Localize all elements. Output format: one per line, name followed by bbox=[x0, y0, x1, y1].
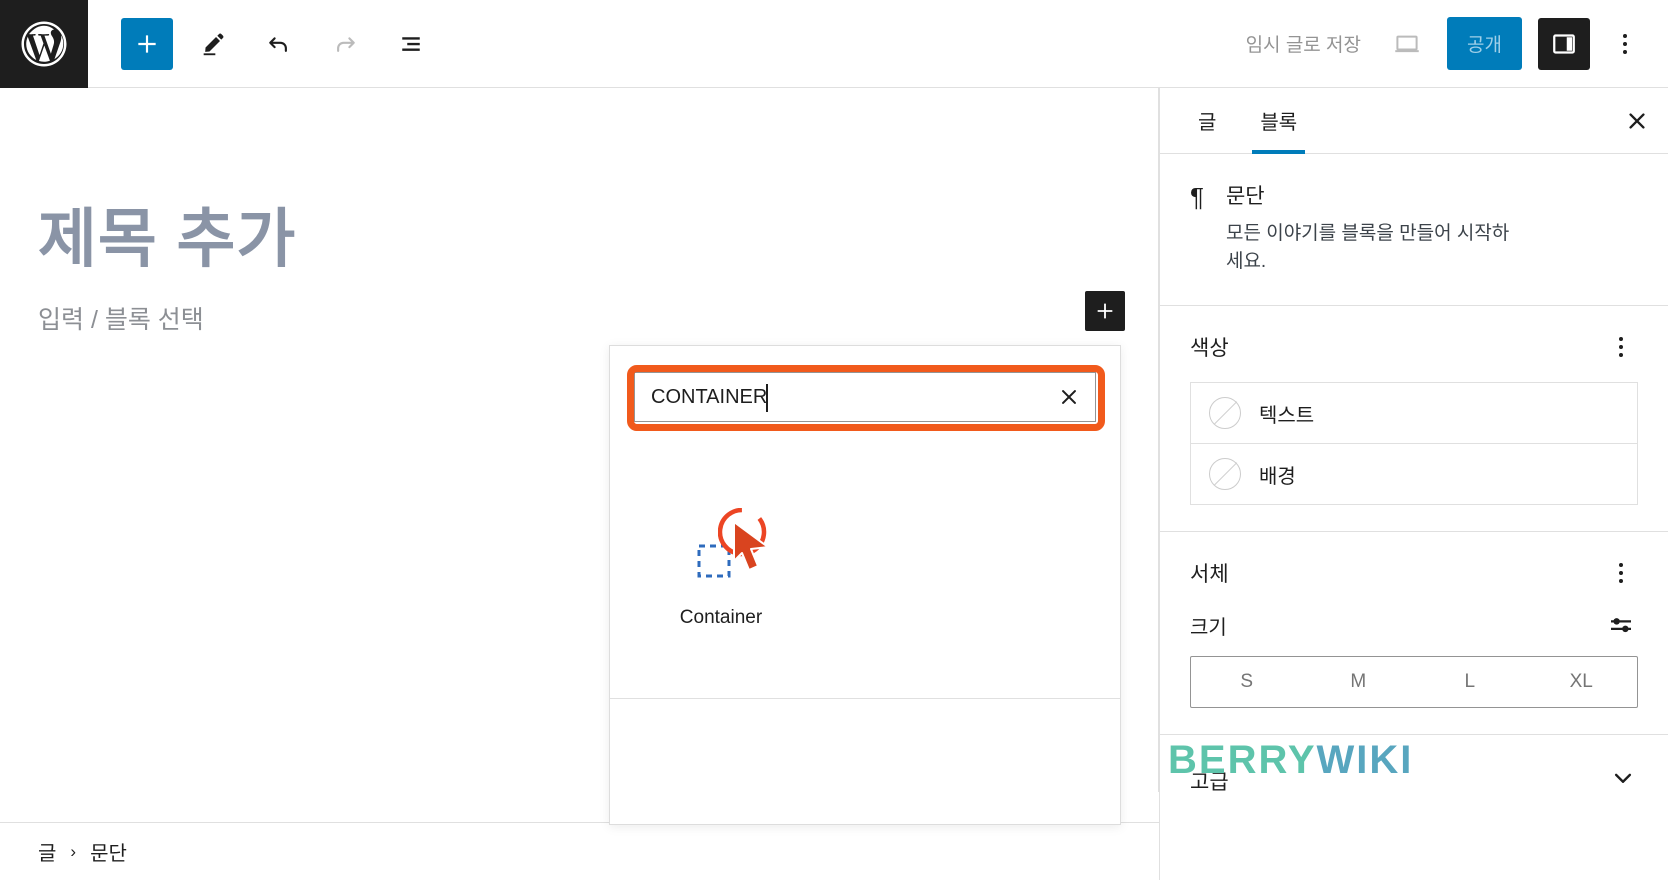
undo-button[interactable] bbox=[253, 18, 305, 70]
plus-icon bbox=[138, 34, 156, 53]
inline-block-inserter-button[interactable] bbox=[1085, 291, 1125, 331]
advanced-settings-panel[interactable]: 고급 bbox=[1160, 735, 1668, 826]
block-search-field[interactable] bbox=[634, 372, 1096, 422]
font-size-xl[interactable]: XL bbox=[1526, 657, 1638, 707]
desktop-preview-icon bbox=[1395, 35, 1419, 52]
no-color-swatch-icon bbox=[1209, 458, 1241, 491]
redo-arrow-icon bbox=[337, 36, 355, 52]
toolbar-left-tools bbox=[88, 17, 437, 70]
breadcrumb-separator: › bbox=[70, 841, 77, 861]
color-row-label: 텍스트 bbox=[1259, 404, 1315, 427]
typography-panel-options-button[interactable] bbox=[1604, 556, 1638, 590]
font-size-button-group: S M L XL bbox=[1190, 656, 1638, 709]
typography-panel-title: 서체 bbox=[1190, 563, 1229, 587]
post-title-input[interactable]: 제목 추가 bbox=[38, 188, 296, 280]
preview-button[interactable] bbox=[1381, 18, 1433, 70]
tab-block[interactable]: 블록 bbox=[1238, 88, 1319, 154]
block-search-results: Container bbox=[610, 422, 1120, 699]
color-panel-header: 색상 bbox=[1190, 330, 1638, 364]
color-settings-panel: 색상 텍스트 배경 bbox=[1160, 306, 1668, 533]
redo-button[interactable] bbox=[319, 18, 371, 70]
font-size-m[interactable]: M bbox=[1303, 657, 1415, 707]
vertical-dots-icon bbox=[1619, 337, 1623, 358]
settings-tab-bar: 글 블록 bbox=[1160, 88, 1668, 154]
no-color-swatch-icon bbox=[1209, 397, 1241, 430]
font-size-row: 크기 bbox=[1190, 608, 1638, 642]
block-inserter-popover: Container bbox=[609, 345, 1121, 825]
edit-tool-button[interactable] bbox=[187, 18, 239, 70]
add-block-button[interactable] bbox=[121, 17, 173, 70]
breadcrumb: 글 › 문단 bbox=[0, 822, 1159, 880]
block-result-container[interactable]: Container bbox=[673, 543, 769, 629]
tab-post[interactable]: 글 bbox=[1176, 88, 1238, 153]
vertical-dots-icon bbox=[1619, 563, 1623, 584]
advanced-panel-title: 고급 bbox=[1190, 770, 1229, 794]
block-search-wrapper bbox=[610, 346, 1120, 431]
chevron-down-icon bbox=[1608, 763, 1638, 798]
typography-panel-header: 서체 bbox=[1190, 556, 1638, 590]
block-settings-sidebar: 글 블록 ¶ 문단 모든 이야기를 블록을 만들어 시작하세요. 색상 텍스트 … bbox=[1159, 88, 1668, 880]
close-sidebar-button[interactable] bbox=[1606, 88, 1668, 153]
pencil-icon bbox=[203, 33, 224, 55]
clear-search-button[interactable] bbox=[1047, 375, 1091, 419]
settings-sidebar-toggle-button[interactable] bbox=[1538, 17, 1590, 70]
color-row-background[interactable]: 배경 bbox=[1191, 443, 1637, 504]
breadcrumb-item-paragraph[interactable]: 문단 bbox=[90, 837, 127, 866]
block-search-input[interactable] bbox=[635, 385, 1047, 409]
font-size-l[interactable]: L bbox=[1414, 657, 1526, 707]
toolbar-right-actions: 임시 글로 저장 공개 bbox=[1232, 17, 1668, 70]
block-info-title: 문단 bbox=[1225, 185, 1265, 208]
close-x-icon bbox=[1629, 112, 1645, 129]
editor-toolbar: 임시 글로 저장 공개 bbox=[0, 0, 1668, 88]
save-draft-button[interactable]: 임시 글로 저장 bbox=[1232, 30, 1375, 57]
font-size-s[interactable]: S bbox=[1191, 657, 1303, 707]
sidebar-panel-icon bbox=[1553, 33, 1575, 54]
breadcrumb-item-post[interactable]: 글 bbox=[38, 837, 56, 866]
wordpress-block-editor: 임시 글로 저장 공개 제목 추가 입력 / 블록 선택 CONTAINER C… bbox=[0, 0, 1668, 880]
close-x-icon bbox=[1062, 390, 1076, 404]
sliders-icon bbox=[1611, 618, 1631, 633]
publish-button[interactable]: 공개 bbox=[1447, 17, 1522, 70]
typography-settings-panel: 서체 크기 S M L XL bbox=[1160, 532, 1668, 736]
undo-arrow-icon bbox=[269, 36, 287, 52]
font-size-settings-button[interactable] bbox=[1604, 608, 1638, 642]
block-info-text: 문단 모든 이야기를 블록을 만들어 시작하세요. bbox=[1226, 180, 1526, 275]
list-view-icon bbox=[402, 36, 420, 51]
selected-block-info: ¶ 문단 모든 이야기를 블록을 만들어 시작하세요. bbox=[1160, 154, 1668, 307]
block-info-description: 모든 이야기를 블록을 만들어 시작하세요. bbox=[1225, 223, 1510, 272]
color-row-text[interactable]: 텍스트 bbox=[1191, 383, 1637, 443]
plus-icon bbox=[1097, 303, 1113, 319]
text-cursor-caret bbox=[766, 384, 768, 412]
color-option-list: 텍스트 배경 bbox=[1190, 382, 1638, 506]
color-panel-title: 색상 bbox=[1190, 337, 1229, 361]
more-options-button[interactable] bbox=[1602, 18, 1648, 70]
list-view-button[interactable] bbox=[385, 18, 437, 70]
block-result-label: Container bbox=[679, 607, 763, 628]
vertical-dots-icon bbox=[1623, 33, 1627, 54]
container-block-icon bbox=[696, 543, 746, 593]
color-panel-options-button[interactable] bbox=[1604, 330, 1638, 364]
paragraph-pilcrow-icon: ¶ bbox=[1190, 182, 1204, 212]
color-row-label: 배경 bbox=[1259, 465, 1296, 488]
font-size-label: 크기 bbox=[1190, 616, 1227, 639]
wordpress-logo-icon[interactable] bbox=[0, 0, 88, 88]
block-placeholder-text[interactable]: 입력 / 블록 선택 bbox=[38, 300, 204, 336]
